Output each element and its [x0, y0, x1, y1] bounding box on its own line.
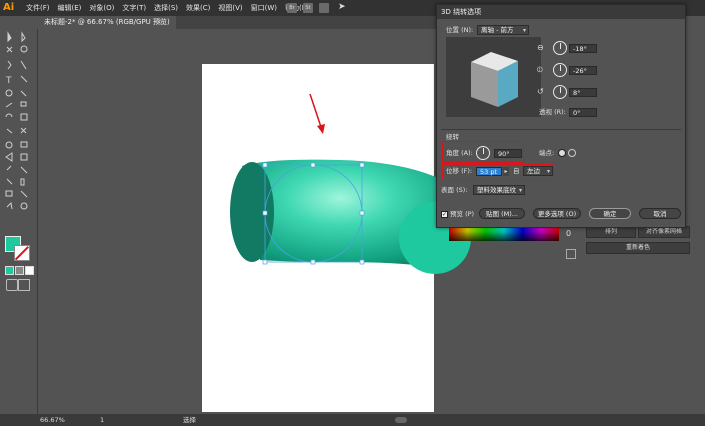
more-options-button[interactable]: 更多选项 (O) [533, 208, 581, 219]
shape-builder-icon [5, 141, 13, 149]
menu-edit[interactable]: 编辑(E) [54, 0, 86, 16]
curvature-tool-icon [20, 60, 27, 70]
status-bar: 66.67% 1 选择 [0, 414, 705, 426]
paintbrush-icon [20, 90, 27, 97]
rotate-tool-icon [5, 113, 13, 118]
mesh-tool-icon [5, 152, 13, 162]
draw-mode-icon[interactable] [6, 279, 18, 291]
rotation-preview[interactable] [446, 37, 541, 117]
scale-tool-icon [20, 113, 28, 121]
menu-type[interactable]: 文字(T) [118, 0, 150, 16]
menu-file[interactable]: 文件(F) [22, 0, 54, 16]
screen-mode-icon[interactable] [18, 279, 30, 291]
y-axis-icon: ⦶ [537, 65, 543, 74]
workspace-icon[interactable] [319, 3, 329, 13]
y-rotation-field[interactable]: -26° [569, 66, 597, 75]
tools-panel: T [0, 29, 38, 414]
current-tool: 选择 [183, 416, 196, 424]
eyedropper-icon [6, 165, 12, 171]
direct-selection-tool-icon [21, 31, 26, 43]
preview-checkbox[interactable]: ✓ [441, 211, 448, 218]
perspective-field[interactable]: 0° [569, 108, 597, 117]
symbol-sprayer-icon [6, 178, 13, 185]
recolor-button[interactable]: 重新着色 [586, 242, 690, 254]
surface-dropdown[interactable]: 塑料效果底纹 [473, 185, 525, 195]
ok-button[interactable]: 确定 [589, 208, 631, 219]
column-graph-icon [20, 178, 25, 186]
hand-tool-icon [6, 201, 13, 210]
y-rotation-knob[interactable] [553, 63, 567, 77]
lasso-icon [20, 45, 28, 53]
send-icon[interactable]: ➤ [338, 2, 346, 12]
gradient-tool-icon [20, 153, 28, 161]
map-art-button[interactable]: 贴图 (M)... [479, 208, 525, 219]
z-rotation-field[interactable]: 8° [569, 88, 597, 97]
free-transform-icon [20, 127, 27, 134]
page-number[interactable]: 1 [100, 414, 104, 426]
selection-tool-icon [7, 31, 12, 43]
stroke-color-swatch[interactable] [14, 245, 30, 261]
3d-revolve-dialog: 3D 绕转选项 位置 (N): 离轴 - 前方 ⊖ -18° ⦶ -26° ↺ … [436, 4, 686, 228]
color-mode-icon[interactable] [5, 266, 14, 275]
artboard-tool-icon [5, 190, 13, 197]
menu-select[interactable]: 选择(S) [150, 0, 182, 16]
cap-label: 端点: [539, 149, 555, 157]
tab-close-icon[interactable]: × [156, 16, 162, 29]
x-rotation-knob[interactable] [553, 41, 567, 55]
divider [441, 129, 681, 130]
position-dropdown[interactable]: 离轴 - 前方 [477, 25, 529, 35]
pen-tool-icon [7, 60, 12, 70]
angle-highlight-box [442, 141, 524, 163]
slice-tool-icon [20, 190, 28, 198]
cap-off-icon[interactable] [568, 149, 576, 157]
preview-label: 预览 (P) [450, 210, 475, 218]
magic-wand-icon [6, 46, 13, 53]
x-rotation-field[interactable]: -18° [569, 44, 597, 53]
zoom-tool-icon [20, 202, 28, 210]
menu-window[interactable]: 窗口(W) [247, 0, 281, 16]
line-tool-icon [20, 75, 28, 83]
zoom-level[interactable]: 66.67% [40, 414, 65, 426]
layers-panel-icon[interactable] [566, 249, 576, 259]
menu-object[interactable]: 对象(O) [85, 0, 118, 16]
menu-effect[interactable]: 效果(C) [182, 0, 214, 16]
ellipse-tool-icon [5, 89, 13, 97]
menu-list: 文件(F) 编辑(E) 对象(O) 文字(T) 选择(S) 效果(C) 视图(V… [22, 0, 314, 16]
document-tab-bar: 未标题-2* @ 66.67% (RGB/GPU 预览) × [38, 16, 438, 29]
dialog-title: 3D 绕转选项 [441, 8, 482, 16]
eraser-icon [20, 101, 27, 107]
bridge-icon[interactable]: Br [287, 3, 297, 13]
z-axis-icon: ↺ [537, 87, 544, 96]
cancel-button[interactable]: 取消 [639, 208, 681, 219]
z-rotation-knob[interactable] [553, 85, 567, 99]
dialog-title-bar[interactable]: 3D 绕转选项 [437, 5, 685, 19]
none-mode-icon[interactable] [25, 266, 34, 275]
app-logo: Ai [3, 2, 15, 13]
menu-view[interactable]: 视图(V) [214, 0, 246, 16]
cube-preview[interactable] [446, 37, 541, 117]
color-spectrum[interactable] [449, 227, 559, 241]
stock-icon[interactable]: St [303, 3, 313, 13]
width-tool-icon [6, 128, 13, 134]
gradient-mode-icon[interactable] [15, 266, 24, 275]
blend-tool-icon [20, 166, 28, 174]
surface-label: 表面 (S): [441, 186, 468, 194]
perspective-grid-icon [20, 141, 28, 148]
cap-on-icon[interactable] [558, 149, 566, 157]
svg-text:T: T [5, 76, 12, 86]
horizontal-scroll-thumb[interactable] [395, 417, 407, 423]
shaper-tool-icon [5, 102, 13, 108]
perspective-label: 透视 (R): [539, 108, 566, 116]
x-axis-icon: ⊖ [537, 43, 544, 52]
opentype-panel-icon[interactable]: 0 [566, 229, 576, 239]
tools-grid: T [5, 31, 28, 210]
position-label: 位置 (N): [446, 26, 474, 34]
offset-highlight-box [442, 164, 554, 180]
annotation-arrow [309, 93, 325, 134]
